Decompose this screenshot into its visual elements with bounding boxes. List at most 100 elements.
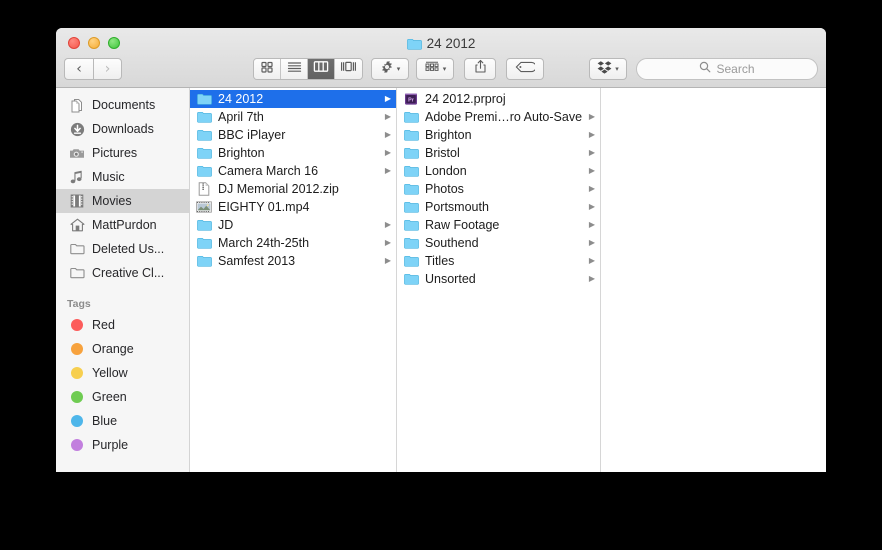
list-item-label: Camera March 16 xyxy=(218,164,319,178)
folder-icon xyxy=(196,128,212,142)
folder-icon xyxy=(403,254,419,268)
icon-view-button[interactable] xyxy=(254,59,281,79)
sidebar-item-label: Creative Cl... xyxy=(92,266,165,280)
sidebar-tag-purple[interactable]: Purple xyxy=(56,433,189,457)
disclosure-arrow-icon: ▶ xyxy=(588,256,595,265)
sidebar-item-music[interactable]: Music xyxy=(56,165,189,189)
window-title: 24 2012 xyxy=(56,36,826,51)
list-item[interactable]: Photos ▶ xyxy=(397,180,600,198)
list-item[interactable]: JD ▶ xyxy=(190,216,396,234)
list-item[interactable]: Raw Footage ▶ xyxy=(397,216,600,234)
sidebar-tag-red[interactable]: Red xyxy=(56,313,189,337)
folder-icon xyxy=(196,164,212,178)
list-item[interactable]: EIGHTY 01.mp4 ▶ xyxy=(190,198,396,216)
folder-icon xyxy=(406,38,422,50)
list-item[interactable]: Samfest 2013 ▶ xyxy=(190,252,396,270)
movie-icon xyxy=(196,200,212,214)
list-item-label: Portsmouth xyxy=(425,200,489,214)
disclosure-arrow-icon: ▶ xyxy=(588,112,595,121)
list-item[interactable]: Brighton ▶ xyxy=(397,126,600,144)
folder-icon xyxy=(69,265,85,281)
sidebar-item-documents[interactable]: Documents xyxy=(56,93,189,117)
list-item[interactable]: Unsorted ▶ xyxy=(397,270,600,288)
sidebar-item-movies[interactable]: Movies xyxy=(56,189,189,213)
close-button[interactable] xyxy=(68,37,80,49)
sidebar-tag-blue[interactable]: Blue xyxy=(56,409,189,433)
sidebar-item-creative-cloud[interactable]: Creative Cl... xyxy=(56,261,189,285)
folder-icon xyxy=(196,110,212,124)
disclosure-arrow-icon: ▶ xyxy=(384,238,391,247)
sidebar-item-label: Deleted Us... xyxy=(92,242,165,256)
folder-icon xyxy=(196,92,212,106)
sidebar-tag-green[interactable]: Green xyxy=(56,385,189,409)
gallery-view-button[interactable] xyxy=(335,59,362,79)
list-item[interactable]: Southend ▶ xyxy=(397,234,600,252)
folder-icon xyxy=(196,236,212,250)
sidebar-item-pictures[interactable]: Pictures xyxy=(56,141,189,165)
column-1: 24 2012 ▶ April 7th ▶ BBC iPlayer ▶ Brig… xyxy=(190,88,397,472)
folder-icon xyxy=(403,218,419,232)
maximize-button[interactable] xyxy=(108,37,120,49)
folder-icon xyxy=(403,236,419,250)
column-3[interactable] xyxy=(601,88,826,472)
sidebar-item-mattpurdon[interactable]: MattPurdon xyxy=(56,213,189,237)
list-item-label: 24 2012.prproj xyxy=(425,92,506,106)
back-button[interactable]: ‹ xyxy=(64,58,93,80)
tag-button[interactable] xyxy=(506,58,544,80)
list-item[interactable]: March 24th-25th ▶ xyxy=(190,234,396,252)
tag-color-dot xyxy=(71,415,83,427)
list-item-label: London xyxy=(425,164,467,178)
film-icon xyxy=(69,193,85,209)
disclosure-arrow-icon: ▶ xyxy=(384,166,391,175)
share-button[interactable] xyxy=(464,58,496,80)
list-item[interactable]: Pr 24 2012.prproj ▶ xyxy=(397,90,600,108)
list-item-label: Bristol xyxy=(425,146,460,160)
list-item-label: April 7th xyxy=(218,110,264,124)
list-item[interactable]: Brighton ▶ xyxy=(190,144,396,162)
list-item[interactable]: London ▶ xyxy=(397,162,600,180)
gallery-icon xyxy=(340,60,357,78)
camera-icon xyxy=(69,145,85,161)
share-icon xyxy=(474,59,487,79)
arrange-menu-button[interactable]: ▾ xyxy=(416,58,454,80)
minimize-button[interactable] xyxy=(88,37,100,49)
column-view-button[interactable] xyxy=(308,59,335,79)
folder-icon xyxy=(403,110,419,124)
list-item-label: Raw Footage xyxy=(425,218,500,232)
premiere-icon: Pr xyxy=(403,92,419,106)
disclosure-arrow-icon: ▶ xyxy=(588,202,595,211)
disclosure-arrow-icon: ▶ xyxy=(384,220,391,229)
list-item-label: Photos xyxy=(425,182,464,196)
svg-text:Pr: Pr xyxy=(408,97,415,103)
list-item[interactable]: Camera March 16 ▶ xyxy=(190,162,396,180)
sidebar-item-label: Movies xyxy=(92,194,132,208)
search-input[interactable]: Search xyxy=(636,58,818,80)
sidebar-item-downloads[interactable]: Downloads xyxy=(56,117,189,141)
dropbox-button[interactable]: ▾ xyxy=(589,58,627,80)
sidebar-tag-orange[interactable]: Orange xyxy=(56,337,189,361)
search-placeholder: Search xyxy=(716,62,755,76)
list-item[interactable]: DJ Memorial 2012.zip ▶ xyxy=(190,180,396,198)
action-menu-button[interactable]: ▾ xyxy=(371,58,409,80)
forward-button[interactable]: › xyxy=(93,58,122,80)
list-item[interactable]: April 7th ▶ xyxy=(190,108,396,126)
sidebar-item-deleted-users[interactable]: Deleted Us... xyxy=(56,237,189,261)
list-item[interactable]: Adobe Premi…ro Auto-Save ▶ xyxy=(397,108,600,126)
list-item[interactable]: Titles ▶ xyxy=(397,252,600,270)
list-item[interactable]: 24 2012 ▶ xyxy=(190,90,396,108)
list-item[interactable]: BBC iPlayer ▶ xyxy=(190,126,396,144)
sidebar-tag-label: Orange xyxy=(92,342,134,356)
list-item-label: JD xyxy=(218,218,234,232)
sidebar-tag-yellow[interactable]: Yellow xyxy=(56,361,189,385)
chevron-down-icon: ▾ xyxy=(396,65,401,73)
window-titlebar[interactable]: 24 2012 ‹ › ▾ ▾ ▾ Search xyxy=(56,28,826,88)
sidebar-tag-label: Red xyxy=(92,318,115,332)
disclosure-arrow-icon: ▶ xyxy=(384,112,391,121)
download-icon xyxy=(69,121,85,137)
list-item[interactable]: Bristol ▶ xyxy=(397,144,600,162)
sidebar-item-label: Documents xyxy=(92,98,156,112)
list-item-label: Brighton xyxy=(425,128,472,142)
list-view-button[interactable] xyxy=(281,59,308,79)
list-item[interactable]: Portsmouth ▶ xyxy=(397,198,600,216)
list-item-label: Brighton xyxy=(218,146,265,160)
